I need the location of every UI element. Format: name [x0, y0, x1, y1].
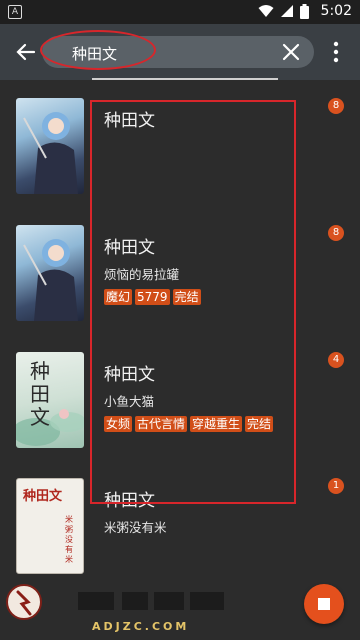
more-vert-icon[interactable] [326, 38, 346, 66]
book-cover: 种田文 [16, 352, 84, 448]
cover-subtitle: 米粥没有米 [65, 515, 73, 564]
results-highlight-annotation [90, 100, 296, 504]
system-icons: 5:02 [258, 3, 352, 19]
book-cover [16, 225, 84, 321]
cover-title: 种田文 [30, 359, 50, 429]
close-icon[interactable] [278, 39, 304, 65]
cover-illustration [23, 112, 78, 194]
wifi-icon [258, 5, 274, 17]
result-count-badge: 8 [328, 225, 344, 241]
result-count-badge: 1 [328, 478, 344, 494]
arrow-left-icon[interactable] [12, 38, 40, 66]
cover-illustration [23, 239, 78, 321]
result-count-badge: 8 [328, 98, 344, 114]
book-author: 米粥没有米 [104, 520, 167, 535]
battery-icon [299, 3, 309, 19]
site-watermark: ADJZC.COM [0, 580, 252, 640]
stop-icon [318, 598, 330, 610]
app-notification-icon: A [8, 5, 22, 19]
book-cover: 种田文 米粥没有米 [16, 478, 84, 574]
watermark-logo-icon [6, 584, 42, 620]
watermark-blocks [50, 586, 240, 614]
result-count-badge: 4 [328, 352, 344, 368]
query-highlight-annotation [40, 30, 156, 70]
cover-illustration [16, 409, 84, 446]
watermark-text: ADJZC.COM [92, 620, 190, 633]
cover-title: 种田文 [23, 489, 63, 504]
book-cover [16, 98, 84, 194]
status-bar: A 5:02 [0, 0, 360, 24]
signal-icon [280, 5, 293, 17]
stop-button[interactable] [304, 584, 344, 624]
clock: 5:02 [320, 3, 352, 19]
